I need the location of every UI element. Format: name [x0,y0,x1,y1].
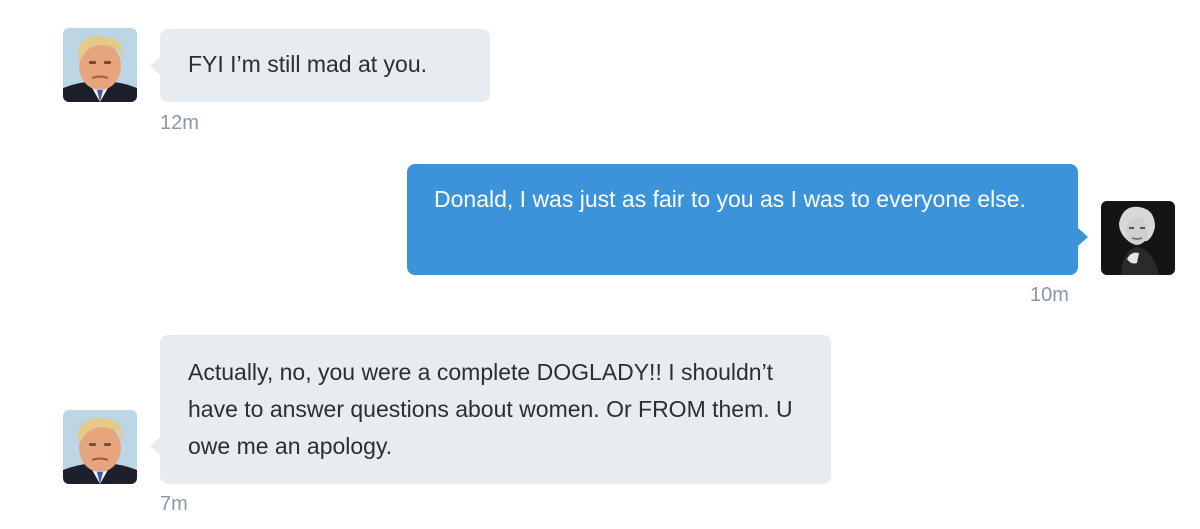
message-timestamp: 7m [160,493,188,515]
bubble-tail [150,57,160,75]
bubble-tail [1078,228,1088,246]
trump-avatar-icon[interactable] [63,410,137,484]
message-timestamp: 10m [1030,284,1069,306]
megyn-avatar-icon[interactable] [1101,201,1175,275]
message-text: Actually, no, you were a complete DOGLAD… [188,359,793,459]
bubble-tail [150,437,160,455]
message-text: Donald, I was just as fair to you as I w… [434,186,1026,212]
message-timestamp: 12m [160,112,199,134]
message-bubble-incoming[interactable]: Actually, no, you were a complete DOGLAD… [150,335,831,484]
message-bubble-incoming[interactable]: FYI I’m still mad at you. [150,29,490,102]
message-text: FYI I’m still mad at you. [188,51,428,77]
message-bubble-outgoing[interactable]: Donald, I was just as fair to you as I w… [407,164,1088,275]
trump-avatar-icon[interactable] [63,28,137,102]
